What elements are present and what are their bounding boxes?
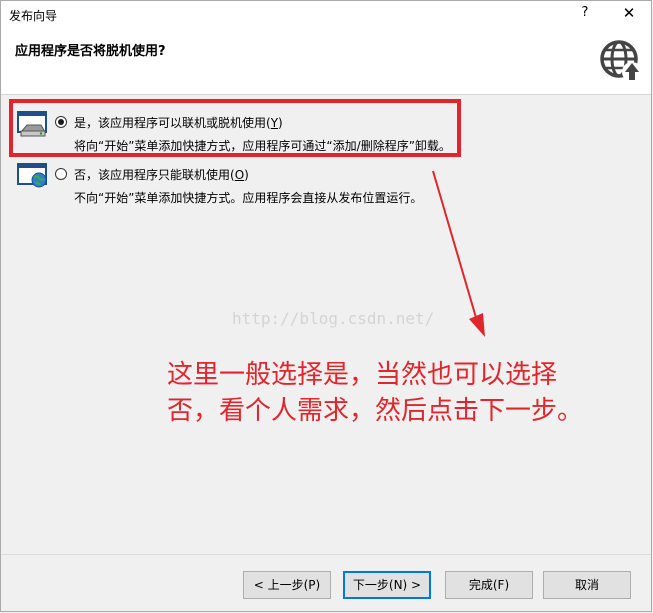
close-button[interactable]: ✕ <box>619 4 639 24</box>
help-button[interactable]: ? <box>577 5 593 23</box>
annotation-line-1: 这里一般选择是，当然也可以选择 <box>167 360 558 390</box>
finish-button[interactable]: 完成(F) <box>445 571 533 599</box>
wizard-header: 应用程序是否将脱机使用? <box>1 28 651 95</box>
window-title: 发布向导 <box>9 9 58 23</box>
online-label[interactable]: 否，该应用程序只能联机使用(O) <box>74 166 249 183</box>
online-radio[interactable] <box>55 168 67 180</box>
online-description: 不向“开始”菜单添加快捷方式。应用程序会直接从发布位置运行。 <box>74 191 423 205</box>
back-button[interactable]: < 上一步(P) <box>243 571 331 599</box>
footer-divider <box>1 554 651 555</box>
option-online[interactable]: 否，该应用程序只能联机使用(O) 不向“开始”菜单添加快捷方式。应用程序会直接从… <box>17 163 457 207</box>
annotation-line-2: 否，看个人需求，然后点击下一步。 <box>167 396 584 426</box>
computer-globe-icon <box>17 163 47 188</box>
publish-wizard-dialog: 发布向导 ? ✕ 应用程序是否将脱机使用? 是，该应用程序可以联机或脱机使用(Y… <box>0 0 652 612</box>
page-heading: 应用程序是否将脱机使用? <box>15 44 166 59</box>
cancel-button[interactable]: 取消 <box>543 571 631 599</box>
title-bar: 发布向导 ? ✕ <box>1 1 651 28</box>
globe-upload-icon <box>600 40 642 82</box>
highlight-box <box>9 99 461 157</box>
annotation-text: 这里一般选择是，当然也可以选择 否，看个人需求，然后点击下一步。 <box>167 357 637 429</box>
watermark: http://blog.csdn.net/ <box>232 309 435 328</box>
next-button[interactable]: 下一步(N) > <box>343 571 431 599</box>
